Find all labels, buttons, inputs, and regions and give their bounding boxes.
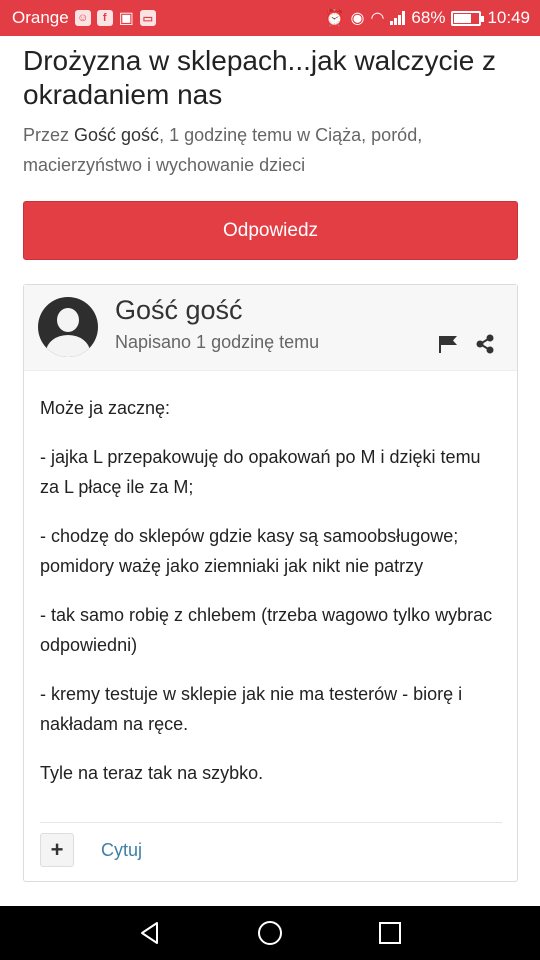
recents-button[interactable]: [370, 913, 410, 953]
post-paragraph: Może ja zacznę:: [40, 398, 171, 418]
topic-byline: Przez Gość gość, 1 godzinę temu w Ciąża,…: [23, 120, 523, 180]
message-icon: ▭: [139, 10, 156, 26]
avatar-body-shape: [46, 335, 90, 357]
share-icon[interactable]: [475, 334, 495, 354]
alarm-icon: ⏰: [324, 10, 345, 27]
post-footer: + Cytuj: [40, 822, 502, 867]
carrier-name: Orange: [12, 8, 69, 27]
signal-icon: [390, 11, 406, 25]
post-paragraph: - tak samo robię z chlebem (trzeba wagow…: [40, 605, 493, 655]
byline-prefix: Przez: [23, 125, 75, 145]
navigation-bar: [0, 906, 540, 960]
facebook-icon: f: [96, 10, 113, 26]
post-paragraph: - chodzę do sklepów gdzie kasy są samoob…: [40, 526, 459, 576]
wifi-icon: ◠: [370, 10, 385, 27]
topic-title: Drożyzna w sklepach...jak walczycie z ok…: [23, 45, 497, 110]
home-icon: [258, 921, 282, 945]
clock: 10:49: [487, 8, 530, 27]
post-paragraph: - jajka L przepakowuję do opakowań po M …: [40, 447, 481, 497]
post-timestamp: Napisano 1 godzinę temu: [115, 332, 320, 352]
recents-icon: [379, 922, 401, 944]
avatar[interactable]: [38, 297, 98, 357]
reputation-plus-button[interactable]: +: [40, 833, 74, 867]
app-notification-icon: ☺: [74, 10, 91, 26]
back-icon: [141, 922, 158, 944]
battery-percent: 68%: [411, 8, 446, 27]
post-paragraph: - kremy testuje w sklepie jak nie ma tes…: [40, 684, 463, 734]
avatar-head-shape: [57, 308, 79, 332]
page-content: Drożyzna w sklepach...jak walczycie z ok…: [0, 36, 540, 906]
reply-button[interactable]: Odpowiedz: [23, 201, 518, 260]
quote-link[interactable]: Cytuj: [101, 840, 142, 861]
post-paragraph: Tyle na teraz tak na szybko.: [40, 763, 264, 783]
status-bar: Orange ☺ f ▣ ▭ ⏰ ◉ ◠ 68% 10:49: [0, 0, 540, 36]
post-card: Gość gość Napisano 1 godzinę temu Może j…: [23, 284, 518, 882]
post-author[interactable]: Gość gość: [115, 295, 243, 326]
byline-author[interactable]: Gość gość: [74, 125, 159, 145]
back-button[interactable]: [130, 913, 170, 953]
eye-comfort-icon: ◉: [350, 10, 365, 27]
post-body: Może ja zacznę: - jajka L przepakowuję d…: [40, 393, 502, 807]
gallery-icon: ▣: [118, 10, 134, 27]
status-bar-right: ⏰ ◉ ◠ 68% 10:49: [325, 8, 530, 28]
flag-icon[interactable]: [438, 335, 458, 353]
post-header: Gość gość Napisano 1 godzinę temu: [24, 285, 517, 371]
status-bar-left: Orange ☺ f ▣ ▭: [12, 8, 156, 28]
home-button[interactable]: [250, 913, 290, 953]
battery-icon: [451, 10, 485, 26]
